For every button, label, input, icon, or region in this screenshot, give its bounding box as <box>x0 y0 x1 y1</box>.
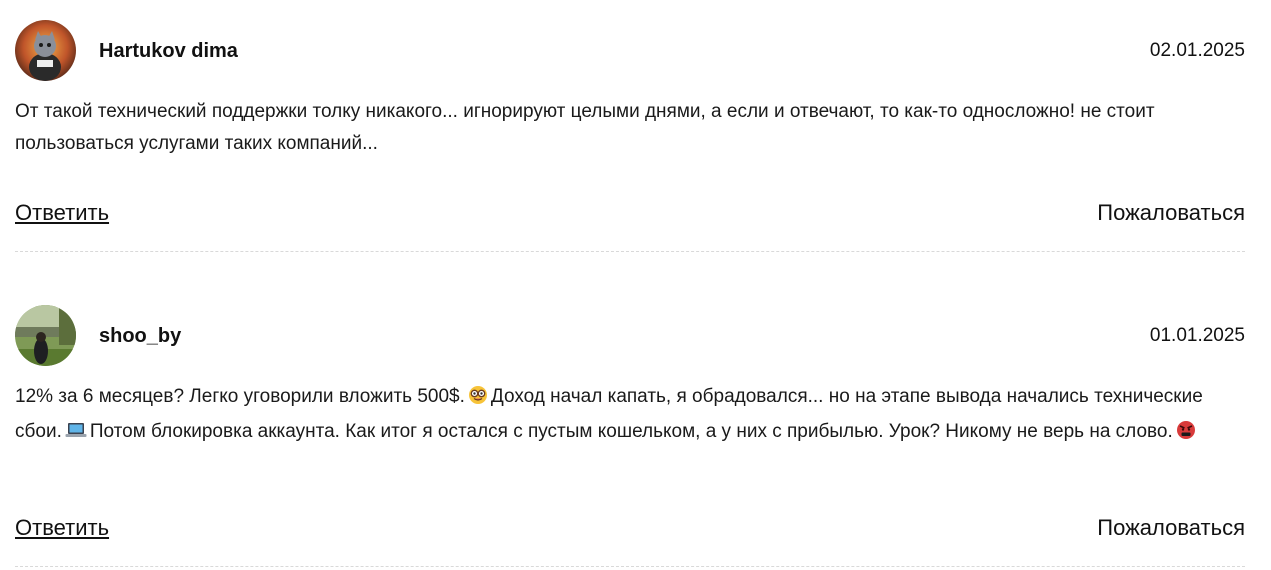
comment-actions: Ответить Пожаловаться <box>15 200 1245 230</box>
author-name: Hartukov dima <box>99 40 238 62</box>
reply-link[interactable]: Ответить <box>15 200 109 226</box>
laptop-emoji <box>65 419 87 451</box>
comment-item: shoo_by 01.01.2025 12% за 6 месяцев? Лег… <box>15 305 1245 540</box>
divider <box>15 566 1245 567</box>
comment-header: Hartukov dima 02.01.2025 <box>15 20 1245 82</box>
nerd-face-emoji <box>468 384 488 416</box>
avatar[interactable] <box>15 305 76 366</box>
comment-item: Hartukov dima 02.01.2025 От такой технич… <box>15 20 1245 225</box>
report-link[interactable]: Пожаловаться <box>1097 515 1245 541</box>
comment-text: От такой технический поддержки толку ник… <box>15 101 1155 154</box>
report-link[interactable]: Пожаловаться <box>1097 200 1245 226</box>
comment-header: shoo_by 01.01.2025 <box>15 305 1245 367</box>
reply-link[interactable]: Ответить <box>15 515 109 541</box>
comment-actions: Ответить Пожаловаться <box>15 515 1245 545</box>
avatar[interactable] <box>15 20 76 81</box>
comment-text-part: Потом блокировка аккаунта. Как итог я ос… <box>89 421 1173 442</box>
comment-text: 12% за 6 месяцев? Легко уговорили вложит… <box>15 381 1245 451</box>
comment-date: 01.01.2025 <box>1149 325 1245 346</box>
comment-date: 02.01.2025 <box>1149 40 1245 61</box>
divider <box>15 251 1245 252</box>
author-name: shoo_by <box>99 325 182 347</box>
comment-text-part: 12% за 6 месяцев? Легко уговорили вложит… <box>15 386 465 407</box>
angry-face-emoji <box>1176 419 1196 451</box>
